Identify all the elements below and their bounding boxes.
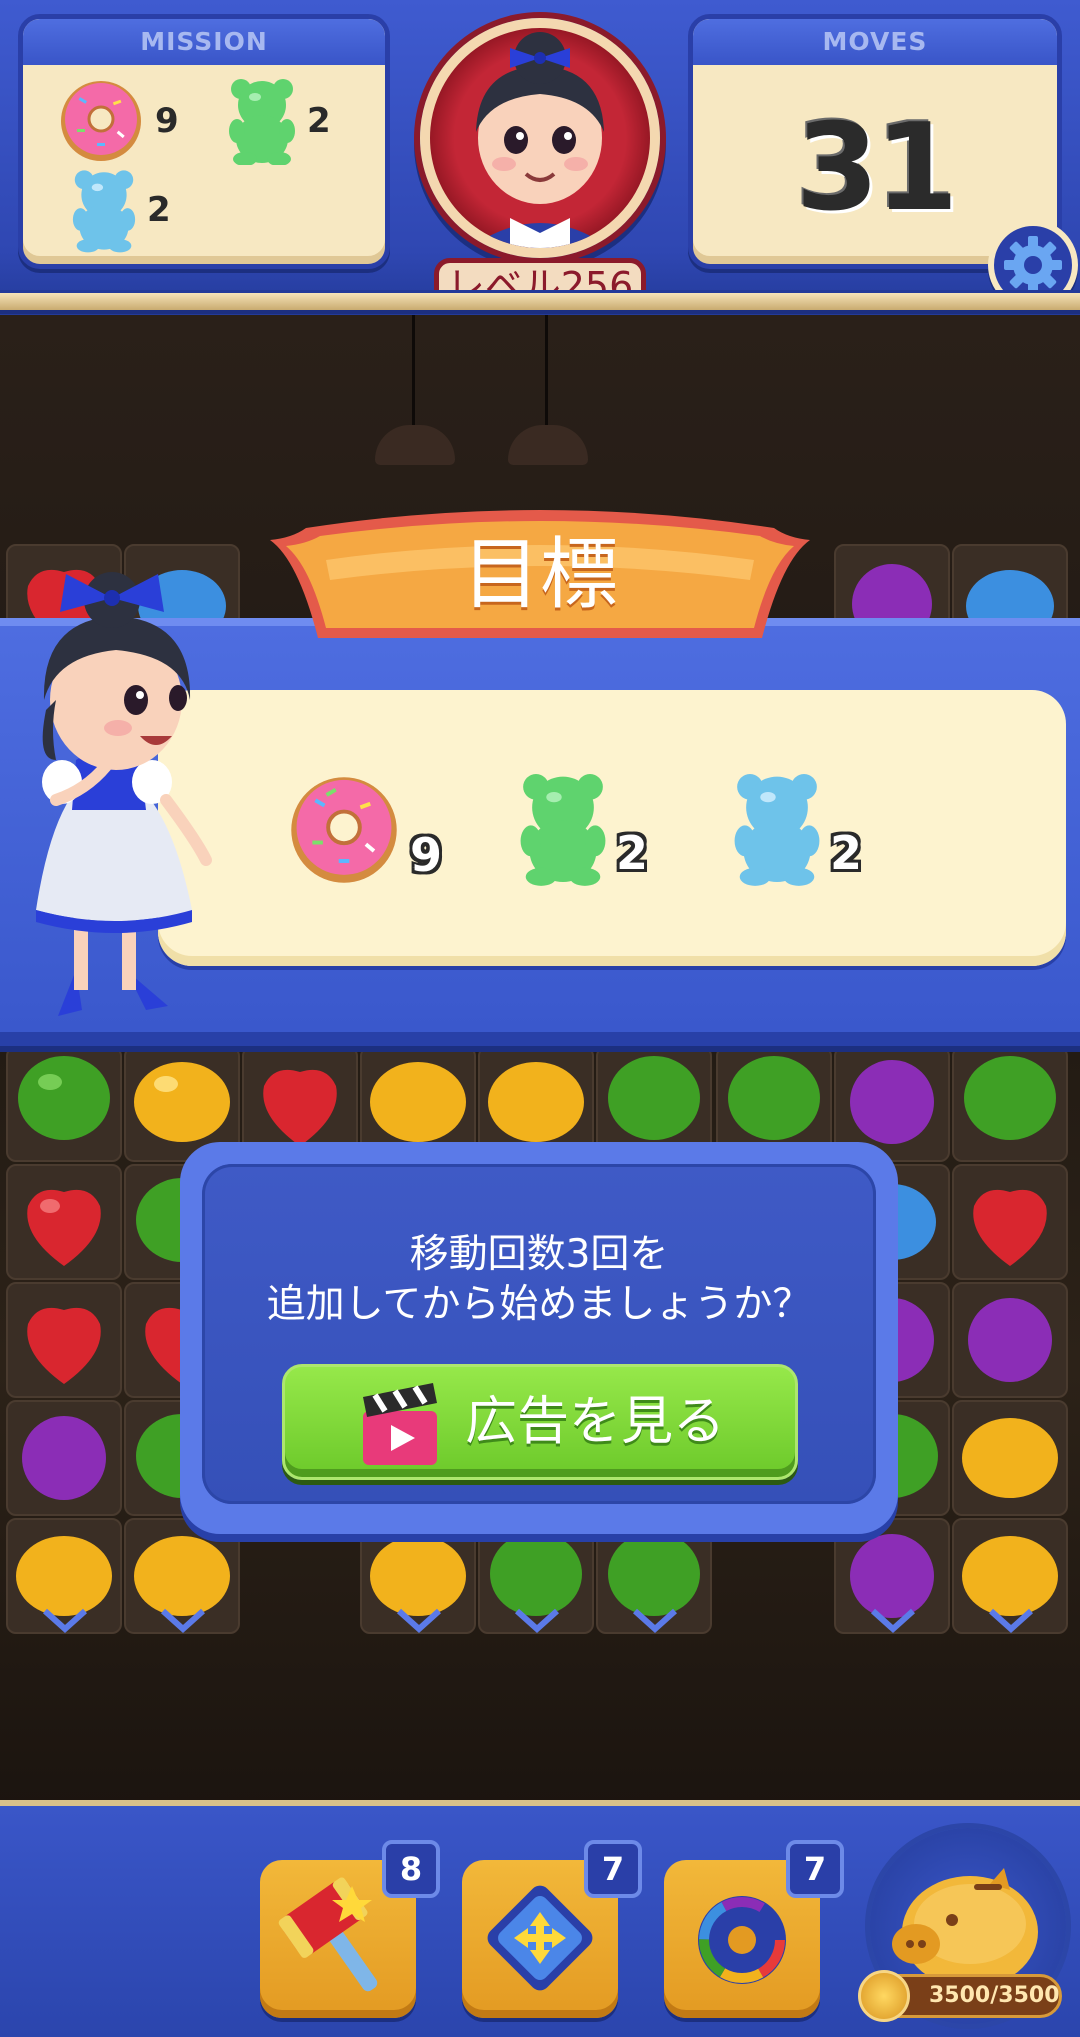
player-avatar[interactable] (420, 18, 660, 258)
goal-count-blue-bear: 2 (830, 826, 863, 880)
green-gummy-bear-icon (229, 79, 295, 165)
goal-item-blue-bear: 2 (732, 770, 862, 886)
clapperboard-play-icon (363, 1383, 437, 1465)
board-cell[interactable] (6, 1164, 122, 1280)
goal-item-green-bear: 2 (518, 770, 648, 886)
goal-count-donut: 9 (410, 828, 443, 882)
extra-moves-dialog: 移動回数3回を 追加してから始めましょうか？ 広告を見る (180, 1142, 898, 1534)
dialog-message-line-2: 追加してから始めましょうか？ (266, 1282, 812, 1327)
mission-count-blue-bear: 2 (147, 190, 171, 230)
blue-gummy-bear-icon (734, 774, 820, 886)
chevron-down-icon (870, 1608, 916, 1634)
purple-grape-candy-icon (22, 1416, 106, 1500)
watch-ad-label: 広告を見る (465, 1392, 726, 1452)
dialog-body: 移動回数3回を 追加してから始めましょうか？ 広告を見る (202, 1164, 876, 1504)
chevron-down-icon (632, 1608, 678, 1634)
donut-icon (61, 81, 141, 161)
goal-item-donut: 9 (286, 772, 442, 888)
chevron-down-icon (42, 1608, 88, 1634)
board-cell[interactable] (952, 1282, 1068, 1398)
red-strawberry-candy-icon (27, 1189, 101, 1266)
mission-item-donut: 9 (57, 77, 179, 165)
goal-card: 9 2 2 (158, 690, 1066, 966)
top-hud: MISSION 9 2 2 レベル256 MOVES 31 (0, 0, 1080, 315)
mission-panel: MISSION 9 2 2 (18, 14, 390, 269)
moves-title: MOVES (693, 19, 1057, 65)
chevron-down-icon (988, 1608, 1034, 1634)
chevron-down-icon (160, 1608, 206, 1634)
lamp-cord (545, 315, 548, 430)
board-cell[interactable] (952, 1164, 1068, 1280)
red-strawberry-candy-icon (973, 1189, 1047, 1266)
green-apple-candy-icon (18, 1056, 110, 1140)
green-apple-candy-icon (964, 1056, 1056, 1140)
dialog-message-line-1: 移動回数3回を (409, 1232, 669, 1277)
blue-gummy-bear-icon (72, 170, 136, 253)
girl-avatar-icon (470, 32, 610, 248)
board-cell[interactable] (952, 1046, 1068, 1162)
mission-title: MISSION (23, 19, 385, 65)
watch-ad-button[interactable]: 広告を見る (282, 1364, 798, 1480)
green-gummy-bear-icon (520, 774, 606, 886)
donut-icon (291, 777, 397, 883)
purple-grape-candy-icon (968, 1298, 1052, 1382)
hud-shelf (0, 290, 1080, 314)
mission-count-green-bear: 2 (307, 101, 331, 141)
coin-icon (858, 1970, 910, 2022)
board-cell[interactable] (6, 1400, 122, 1516)
booster-swap-count: 7 (584, 1840, 642, 1898)
goal-count-green-bear: 2 (616, 826, 649, 880)
board-cell[interactable] (6, 1046, 122, 1162)
mission-count-donut: 9 (155, 101, 179, 141)
board-cell[interactable] (952, 1400, 1068, 1516)
red-strawberry-candy-icon (27, 1307, 101, 1384)
girl-mascot-icon (36, 572, 212, 1016)
goal-title: 目標 (461, 530, 618, 620)
chevron-down-icon (514, 1608, 560, 1634)
booster-rainbow-count: 7 (786, 1840, 844, 1898)
yellow-lemon-candy-icon (962, 1418, 1058, 1498)
dialog-message: 移動回数3回を 追加してから始めましょうか？ (202, 1230, 876, 1330)
booster-hammer-count: 8 (382, 1840, 440, 1898)
ceiling-lamp (508, 425, 588, 465)
board-cell[interactable] (6, 1282, 122, 1398)
gear-icon (1004, 236, 1062, 294)
mission-item-green-bear: 2 (227, 77, 331, 165)
moves-counter: 31 (795, 99, 959, 238)
ceiling-lamp (375, 425, 455, 465)
chevron-down-icon (396, 1608, 442, 1634)
mission-item-blue-bear: 2 (71, 167, 171, 253)
lamp-cord (412, 315, 415, 430)
goal-title-plaque: 目標 (262, 500, 818, 640)
